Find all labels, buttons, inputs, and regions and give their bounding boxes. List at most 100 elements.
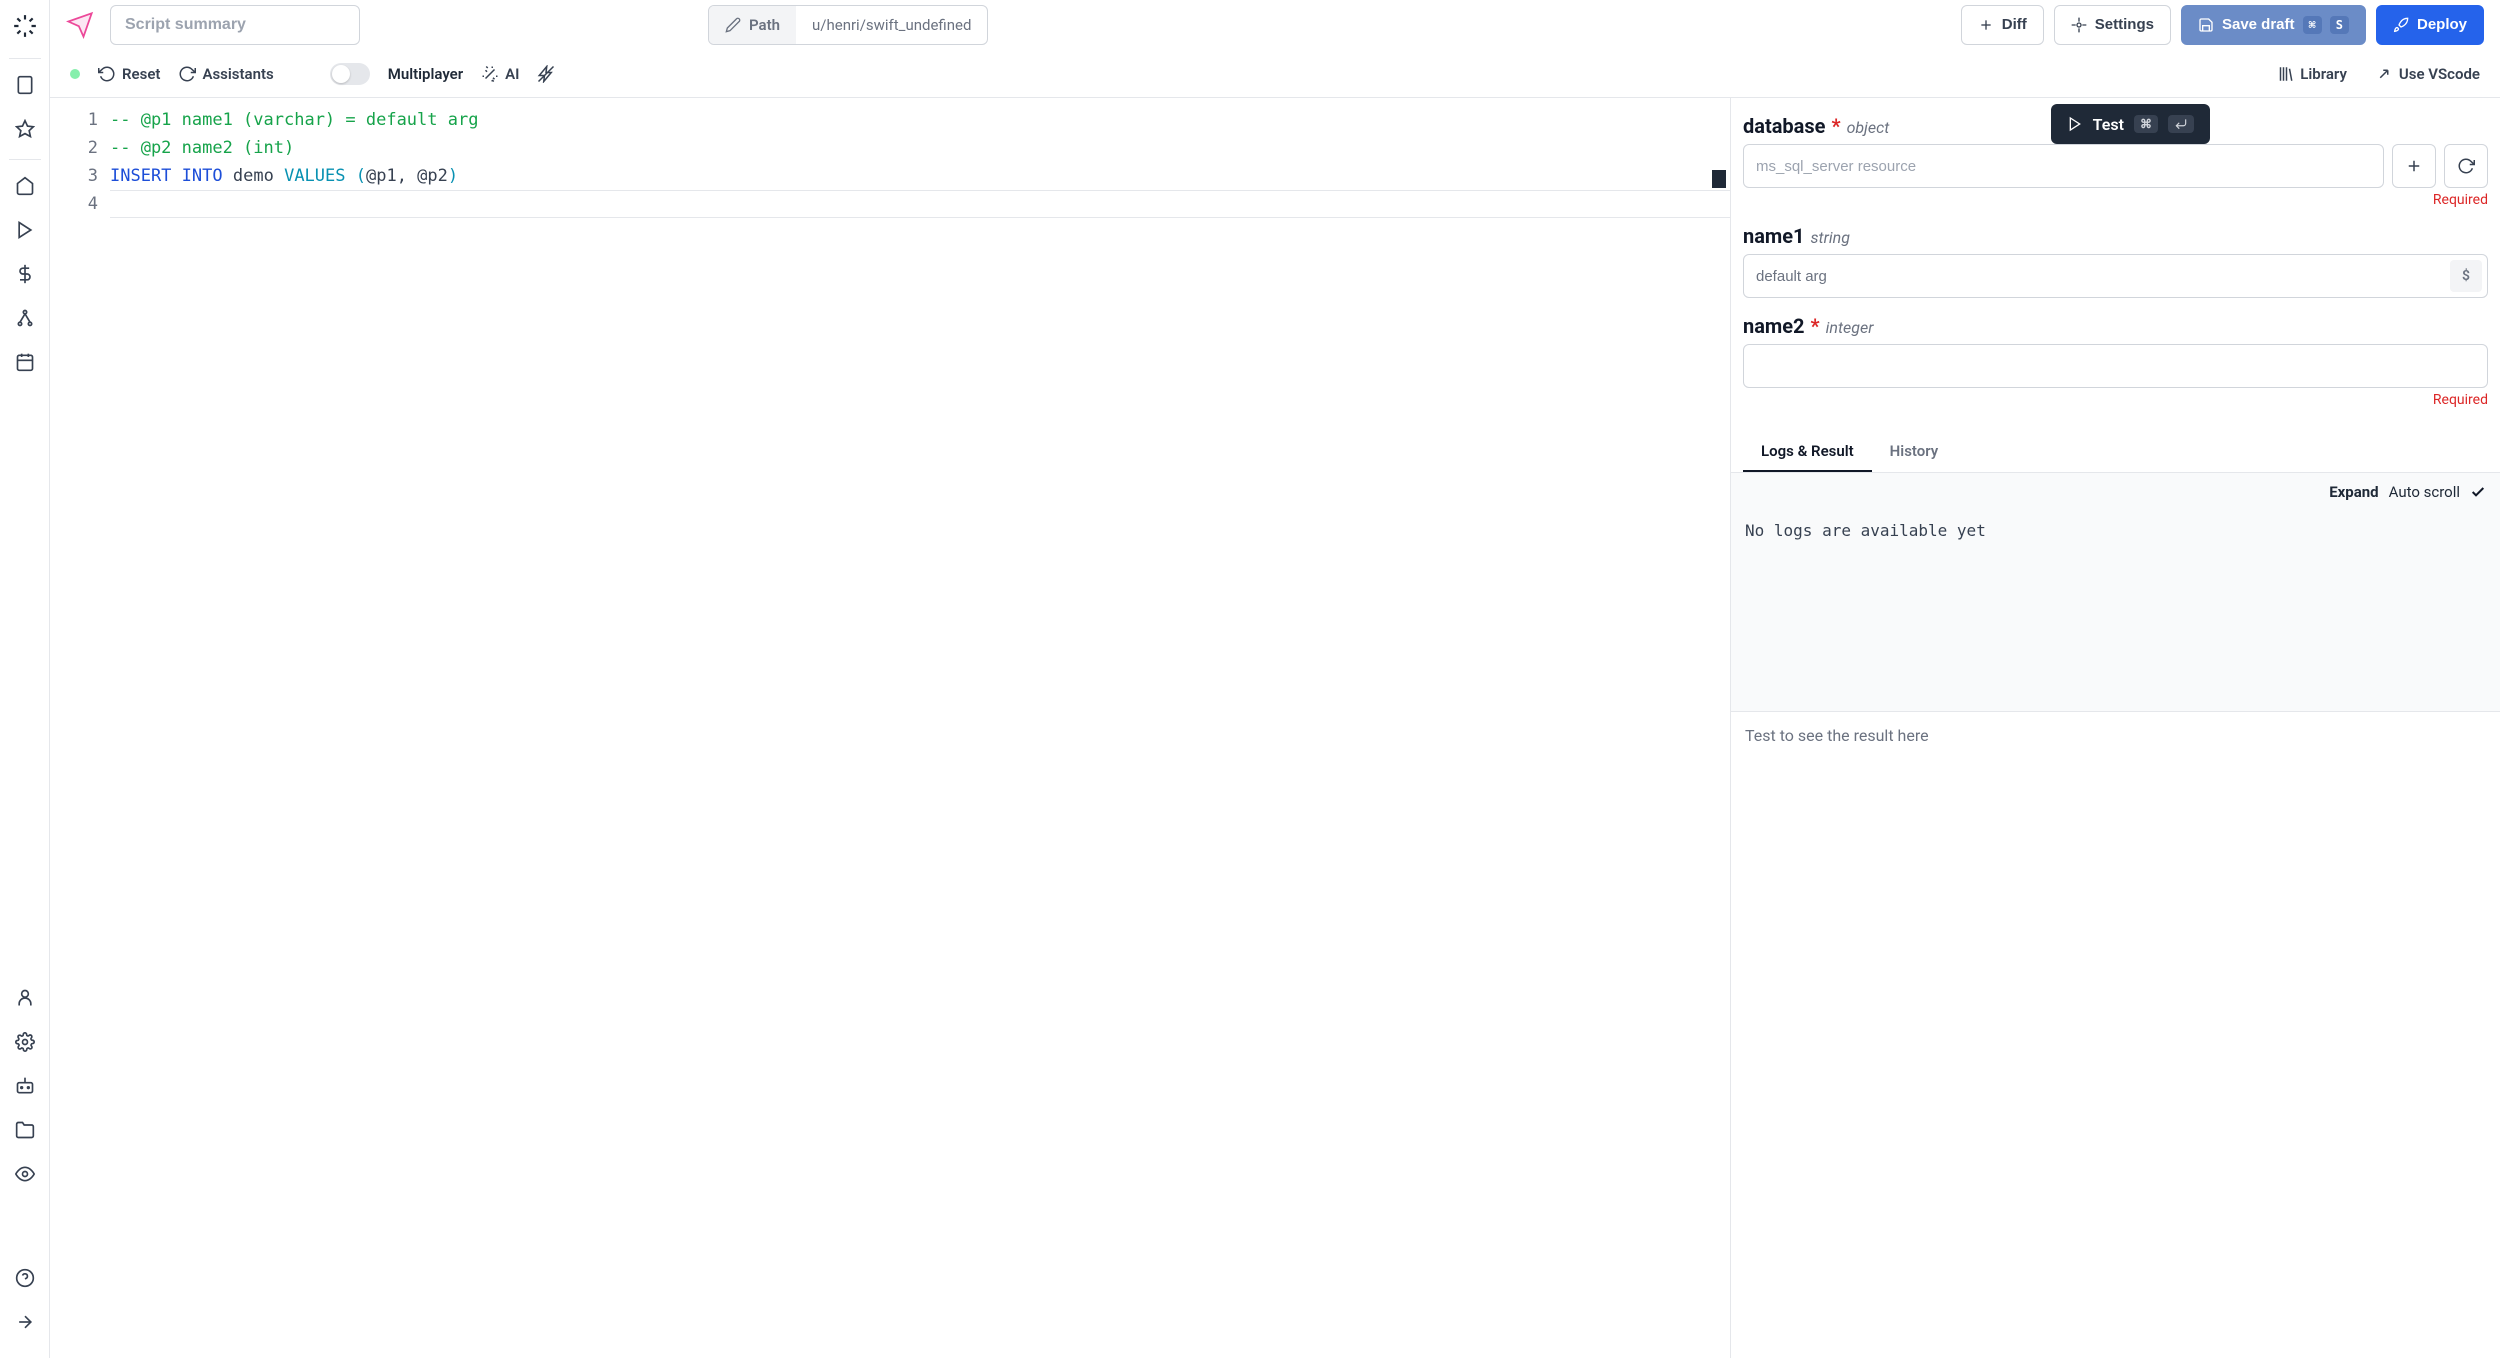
eye-icon[interactable] [5,1154,45,1194]
script-summary-input[interactable] [110,5,360,45]
gear-icon[interactable] [5,1022,45,1062]
header: Path u/henri/swift_undefined Diff Settin… [50,0,2500,50]
play-icon[interactable] [5,210,45,250]
test-kbd-cmd: ⌘ [2134,115,2158,133]
variable-picker-button[interactable]: $ [2450,260,2482,292]
toolbar: Reset Assistants Multiplayer AI Library … [50,50,2500,98]
test-label: Test [2093,115,2124,134]
script-icon [66,11,94,39]
tab-history[interactable]: History [1872,432,1957,472]
gear-icon [2071,17,2087,33]
add-resource-button[interactable] [2392,144,2436,188]
name1-input[interactable] [1743,254,2488,298]
main-area: Path u/henri/swift_undefined Diff Settin… [50,0,2500,1358]
library-button[interactable]: Library [2276,65,2347,83]
code-token: ) [448,166,458,186]
right-panel: Test ⌘ database* object [1730,98,2500,1358]
refresh-icon [178,65,196,83]
param-type: integer [1826,318,1874,337]
bot-icon[interactable] [5,1066,45,1106]
multiplayer-label: Multiplayer [388,65,463,83]
ai-label: AI [505,65,519,83]
param-name: name1 [1743,224,1805,248]
line-number: 2 [50,134,98,162]
multiplayer-toggle[interactable] [330,63,370,85]
param-name: name2 [1743,314,1805,338]
calendar-icon[interactable] [5,342,45,382]
line-number: 4 [50,190,98,218]
param-type: string [1811,228,1850,247]
save-kbd-s: S [2330,16,2349,34]
folder-icon[interactable] [5,1110,45,1150]
save-label: Save draft [2222,16,2295,33]
required-text: Required [1743,392,2488,408]
line-number: 1 [50,106,98,134]
code-token: INTO [182,166,223,186]
code-token: -- @p1 name1 (varchar) = default arg [110,110,478,130]
settings-button[interactable]: Settings [2054,5,2171,45]
refresh-icon [98,65,116,83]
rocket-icon [2393,17,2409,33]
path-field[interactable]: Path u/henri/swift_undefined [708,5,988,45]
test-button[interactable]: Test ⌘ [2051,104,2210,144]
tab-logs[interactable]: Logs & Result [1743,432,1872,472]
code-token: @p1, @p2 [366,166,448,186]
code-token: -- @p2 name2 (int) [110,138,294,158]
refresh-resource-button[interactable] [2444,144,2488,188]
name2-input[interactable] [1743,344,2488,388]
highlight-button[interactable] [537,65,555,83]
autoscroll-label: Auto scroll [2389,483,2460,501]
required-text: Required [1743,192,2488,208]
database-input[interactable] [1743,144,2384,188]
enter-icon [2174,117,2188,131]
result-tabs: Logs & Result History [1731,432,2500,473]
save-kbd-cmd: ⌘ [2303,16,2322,34]
check-icon[interactable] [2470,484,2486,500]
library-label: Library [2300,65,2347,83]
path-label-text: Path [749,16,780,34]
test-kbd-enter [2168,115,2194,133]
deploy-button[interactable]: Deploy [2376,5,2484,45]
code-token: VALUES [284,166,345,186]
content: 1 2 3 4 -- @p1 name1 (varchar) = default… [50,98,2500,1358]
save-icon [2198,17,2214,33]
help-icon[interactable] [5,1258,45,1298]
params-section: database* object Required [1731,98,2500,424]
app-logo[interactable] [11,12,39,40]
code-body[interactable]: -- @p1 name1 (varchar) = default arg -- … [110,98,1730,1358]
path-label: Path [709,6,796,44]
refresh-icon [2457,157,2475,175]
user-icon[interactable] [5,978,45,1018]
diff-label: Diff [2002,16,2027,33]
param-type: object [1847,118,1890,137]
line-numbers: 1 2 3 4 [50,98,110,1358]
result-body: Test to see the result here [1731,711,2500,1358]
home-icon[interactable] [5,166,45,206]
settings-label: Settings [2095,16,2154,33]
ai-button[interactable]: AI [481,65,519,83]
star-icon[interactable] [5,109,45,149]
required-star: * [1831,114,1840,138]
sidebar-divider [9,58,41,59]
external-icon [2375,65,2393,83]
vscode-button[interactable]: Use VScode [2375,65,2480,83]
highlight-off-icon [537,65,555,83]
sidebar [0,0,50,1358]
save-draft-button[interactable]: Save draft ⌘ S [2181,5,2366,45]
dollar-icon[interactable] [5,254,45,294]
expand-button[interactable]: Expand [2329,483,2378,501]
logs-header: Expand Auto scroll [1731,473,2500,511]
reset-button[interactable]: Reset [98,65,160,83]
assistants-label: Assistants [202,65,273,83]
vscode-label: Use VScode [2399,65,2480,83]
code-editor[interactable]: 1 2 3 4 -- @p1 name1 (varchar) = default… [50,98,1730,1358]
logs-body: No logs are available yet [1731,511,2500,711]
building-icon[interactable] [5,65,45,105]
code-token: INSERT [110,166,171,186]
expand-icon[interactable] [5,1302,45,1342]
param-name2: name2* integer Required [1743,314,2488,408]
diff-button[interactable]: Diff [1961,5,2044,45]
sidebar-divider [9,159,41,160]
network-icon[interactable] [5,298,45,338]
assistants-button[interactable]: Assistants [178,65,273,83]
